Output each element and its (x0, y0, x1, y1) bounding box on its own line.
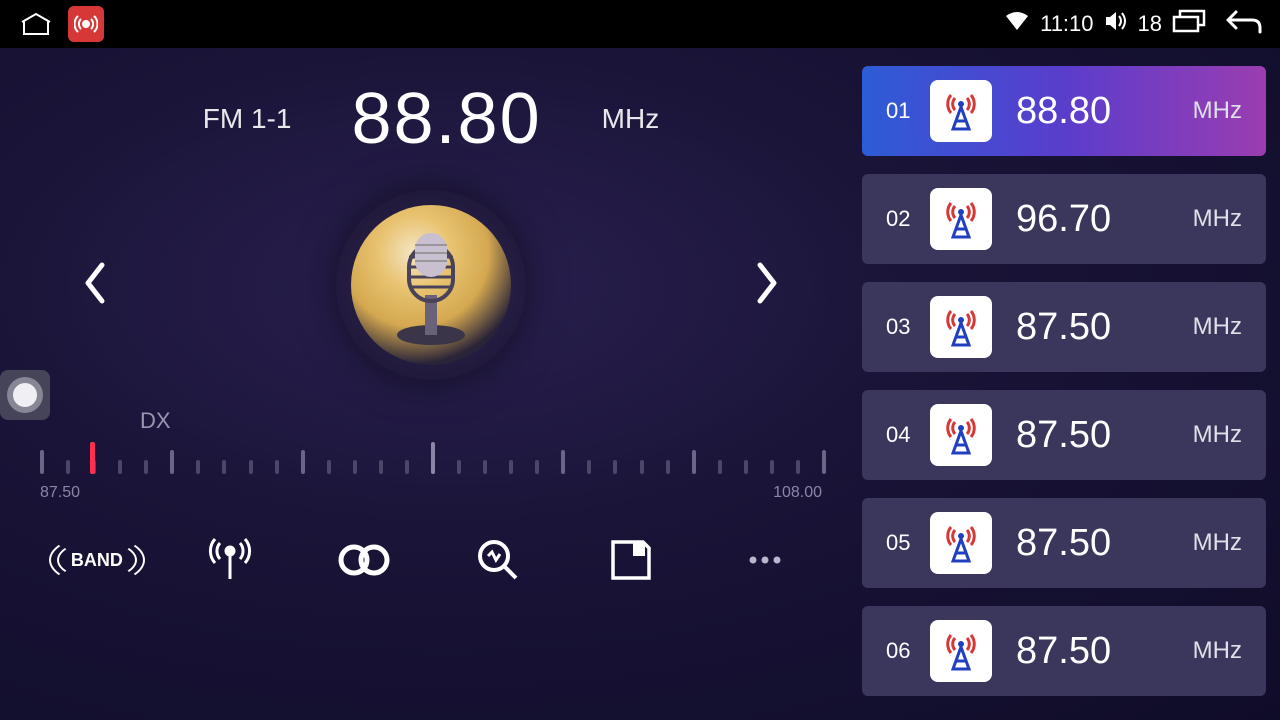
preset-03[interactable]: 03 87.50 MHz (862, 282, 1266, 372)
preset-unit: MHz (1193, 637, 1242, 665)
assistive-touch[interactable] (0, 370, 50, 420)
preset-unit: MHz (1193, 421, 1242, 449)
preset-frequency: 87.50 (1016, 414, 1193, 457)
antenna-icon (930, 80, 992, 142)
preset-04[interactable]: 04 87.50 MHz (862, 390, 1266, 480)
prev-button[interactable] (60, 239, 130, 332)
scale-min: 87.50 (40, 484, 80, 502)
scan-button[interactable] (458, 530, 538, 590)
station-artwork (336, 190, 526, 380)
recents-icon[interactable] (1172, 9, 1206, 39)
preset-frequency: 87.50 (1016, 522, 1193, 565)
save-button[interactable] (591, 530, 671, 590)
antenna-icon (930, 404, 992, 466)
toolbar: BAND (20, 530, 842, 590)
status-bar: 11:10 18 (0, 0, 1280, 48)
band-label: FM 1-1 (203, 103, 292, 135)
preset-unit: MHz (1193, 313, 1242, 341)
frequency-display: FM 1-1 88.80 MHz (20, 78, 842, 160)
preset-number: 01 (886, 98, 930, 124)
more-button[interactable] (725, 530, 805, 590)
frequency-unit: MHz (602, 103, 660, 135)
antenna-icon (930, 188, 992, 250)
antenna-icon (930, 296, 992, 358)
preset-06[interactable]: 06 87.50 MHz (862, 606, 1266, 696)
antenna-icon (930, 512, 992, 574)
scale-max: 108.00 (773, 484, 822, 502)
preset-number: 03 (886, 314, 930, 340)
preset-number: 06 (886, 638, 930, 664)
preset-frequency: 87.50 (1016, 630, 1193, 673)
preset-list: 01 88.80 MHz 02 (862, 48, 1280, 720)
preset-number: 02 (886, 206, 930, 232)
preset-unit: MHz (1193, 529, 1242, 557)
signal-button[interactable] (190, 530, 270, 590)
preset-01[interactable]: 01 88.80 MHz (862, 66, 1266, 156)
volume-icon (1104, 10, 1128, 38)
status-volume: 18 (1138, 11, 1162, 37)
tuning-scale[interactable]: 87.50 108.00 (20, 442, 842, 502)
stereo-button[interactable] (324, 530, 404, 590)
next-button[interactable] (732, 239, 802, 332)
preset-02[interactable]: 02 96.70 MHz (862, 174, 1266, 264)
home-icon[interactable] (16, 10, 56, 38)
preset-frequency: 96.70 (1016, 198, 1193, 241)
wifi-icon (1004, 10, 1030, 38)
preset-number: 04 (886, 422, 930, 448)
preset-frequency: 88.80 (1016, 90, 1193, 133)
preset-frequency: 87.50 (1016, 306, 1193, 349)
preset-number: 05 (886, 530, 930, 556)
preset-unit: MHz (1193, 97, 1242, 125)
antenna-icon (930, 620, 992, 682)
status-time: 11:10 (1040, 11, 1093, 37)
band-button[interactable]: BAND (57, 530, 137, 590)
dx-label: DX (140, 408, 842, 434)
back-icon[interactable] (1224, 8, 1264, 40)
preset-05[interactable]: 05 87.50 MHz (862, 498, 1266, 588)
radio-app-icon[interactable] (68, 6, 104, 42)
frequency-value: 88.80 (351, 78, 541, 160)
preset-unit: MHz (1193, 205, 1242, 233)
